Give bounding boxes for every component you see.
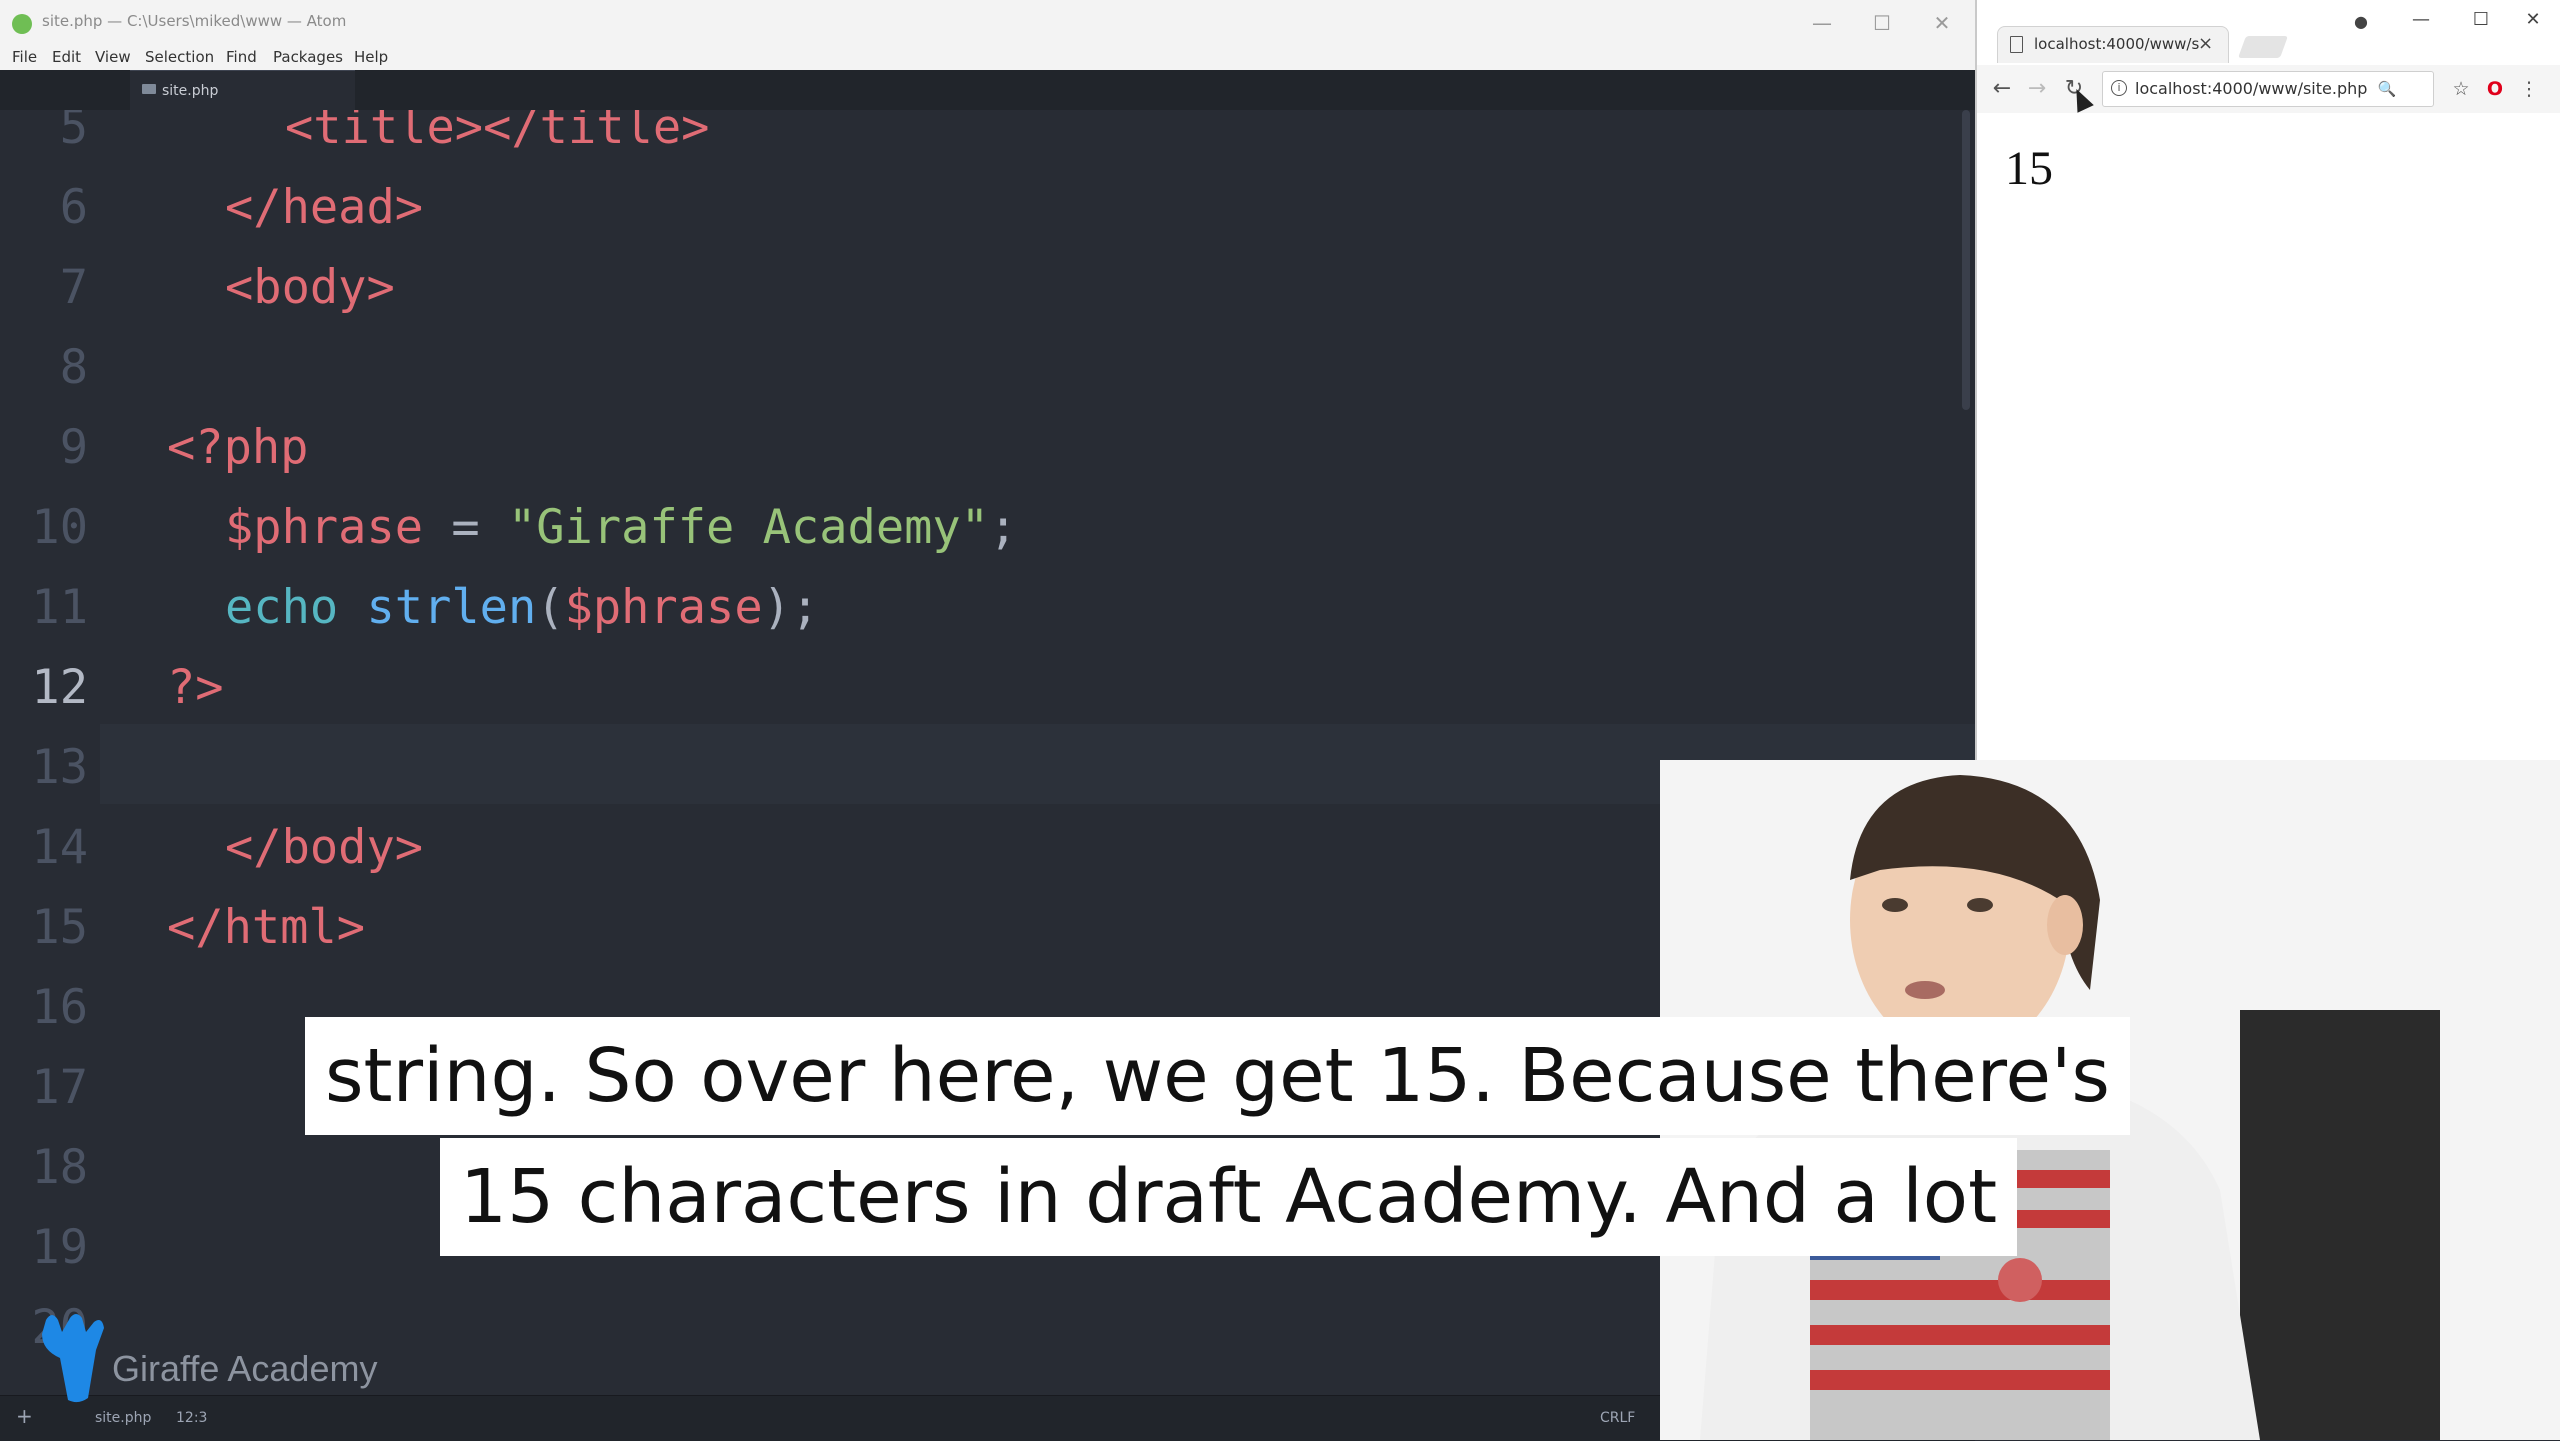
profile-icon[interactable]: ●	[2345, 6, 2377, 38]
line-number: 16	[31, 980, 88, 1035]
browser-tab[interactable]: localhost:4000/www/site ×	[1997, 26, 2229, 63]
close-paren: );	[762, 580, 820, 635]
atom-close-button[interactable]: ✕	[1922, 8, 1962, 38]
line-number: 11	[31, 580, 88, 635]
line-number: 15	[31, 900, 88, 955]
line-number: 7	[59, 260, 88, 315]
atom-tab-bar: site.php	[0, 70, 1975, 112]
status-line-ending[interactable]: CRLF	[1600, 1410, 1635, 1426]
code-line-10: $phrase = "Giraffe Academy";	[225, 500, 1017, 555]
line-number: 13	[31, 740, 88, 795]
editor-scrollbar[interactable]	[1962, 110, 1970, 410]
atom-minimize-button[interactable]: —	[1802, 8, 1842, 38]
strlen-function: strlen	[366, 580, 537, 635]
menu-help[interactable]: Help	[354, 48, 388, 66]
subtitle-text: string. So over here, we get 15. Because…	[325, 1033, 2110, 1119]
line-number-gutter: 5 6 7 8 9 10 11 12 13 14 15 16 17 18 19 …	[0, 110, 100, 1395]
line-number: 14	[31, 820, 88, 875]
line-number: 19	[31, 1220, 88, 1275]
giraffe-academy-logo-icon	[42, 1314, 104, 1403]
variable-phrase-arg: $phrase	[564, 580, 763, 635]
code-line-5: <title></title>	[285, 110, 710, 155]
file-icon	[142, 84, 156, 94]
tab-close-icon[interactable]: ×	[2198, 33, 2213, 54]
info-icon[interactable]: i	[2111, 80, 2127, 96]
browser-page-content: 15	[1977, 113, 2560, 760]
forward-button[interactable]: →	[2022, 74, 2052, 104]
back-button[interactable]: ←	[1987, 74, 2017, 104]
atom-menu-bar: File Edit View Selection Find Packages H…	[0, 46, 1975, 70]
line-number: 8	[59, 340, 88, 395]
subtitle-line-2: 15 characters in draft Academy. And a lo…	[440, 1138, 2018, 1256]
browser-close-button[interactable]: ✕	[2517, 4, 2549, 36]
line-number: 6	[59, 180, 88, 235]
subtitle-text: 15 characters in draft Academy. And a lo…	[460, 1154, 1998, 1240]
editor-tab-label: site.php	[162, 83, 219, 99]
browser-tab-title: localhost:4000/www/site	[2034, 35, 2199, 53]
code-line-7: <body>	[225, 260, 395, 315]
open-paren: (	[536, 580, 565, 635]
line-number-active: 12	[31, 660, 88, 715]
variable-phrase: $phrase	[225, 500, 424, 555]
line-number: 18	[31, 1140, 88, 1195]
browser-minimize-button[interactable]: —	[2405, 4, 2437, 36]
status-file-name[interactable]: site.php	[95, 1410, 151, 1426]
line-number: 10	[31, 500, 88, 555]
atom-logo-icon	[12, 14, 32, 34]
atom-title-bar: site.php — C:\Users\miked\www — Atom — ☐…	[0, 0, 1975, 47]
semicolon: ;	[989, 500, 1018, 555]
line-number: 9	[59, 420, 88, 475]
add-tab-button[interactable]: +	[16, 1404, 33, 1428]
opera-icon[interactable]: O	[2483, 77, 2507, 101]
browser-tab-strip: localhost:4000/www/site × ● — ☐ ✕	[1977, 0, 2560, 66]
browser-toolbar: ← → ↻ i localhost:4000/www/site.php 🔍 ☆ …	[1977, 65, 2560, 114]
menu-edit[interactable]: Edit	[52, 48, 81, 66]
echo-keyword: echo	[225, 580, 339, 635]
code-line-6: </head>	[225, 180, 424, 235]
line-number: 5	[59, 110, 88, 155]
atom-window-title: site.php — C:\Users\miked\www — Atom	[42, 12, 347, 30]
atom-maximize-button[interactable]: ☐	[1862, 8, 1902, 38]
assign-operator: =	[423, 500, 508, 555]
menu-file[interactable]: File	[12, 48, 37, 66]
subtitle-line-1: string. So over here, we get 15. Because…	[305, 1017, 2130, 1135]
new-tab-button[interactable]	[2237, 36, 2289, 58]
browser-menu-icon[interactable]: ⋮	[2517, 77, 2541, 101]
status-cursor-position[interactable]: 12:3	[176, 1410, 207, 1426]
address-bar-url[interactable]: localhost:4000/www/site.php	[2135, 79, 2367, 98]
zoom-icon[interactable]: 🔍	[2375, 77, 2399, 101]
browser-maximize-button[interactable]: ☐	[2465, 4, 2497, 36]
menu-find[interactable]: Find	[226, 48, 257, 66]
code-line-15: </html>	[167, 900, 366, 955]
browser-window: localhost:4000/www/site × ● — ☐ ✕ ← → ↻ …	[1975, 0, 2560, 760]
code-line-12: ?>	[167, 660, 224, 715]
page-icon	[2010, 36, 2023, 53]
line-number: 17	[31, 1060, 88, 1115]
menu-packages[interactable]: Packages	[273, 48, 343, 66]
bookmark-star-icon[interactable]: ☆	[2449, 77, 2473, 101]
php-output: 15	[2005, 142, 2053, 195]
watermark-text: Giraffe Academy	[112, 1348, 378, 1389]
code-line-14: </body>	[225, 820, 424, 875]
code-line-9: <?php	[167, 420, 309, 475]
menu-selection[interactable]: Selection	[145, 48, 214, 66]
string-literal: "Giraffe Academy"	[507, 500, 990, 555]
menu-view[interactable]: View	[95, 48, 131, 66]
code-line-11: echo strlen($phrase);	[225, 580, 819, 635]
editor-tab-site-php[interactable]: site.php	[130, 70, 355, 111]
